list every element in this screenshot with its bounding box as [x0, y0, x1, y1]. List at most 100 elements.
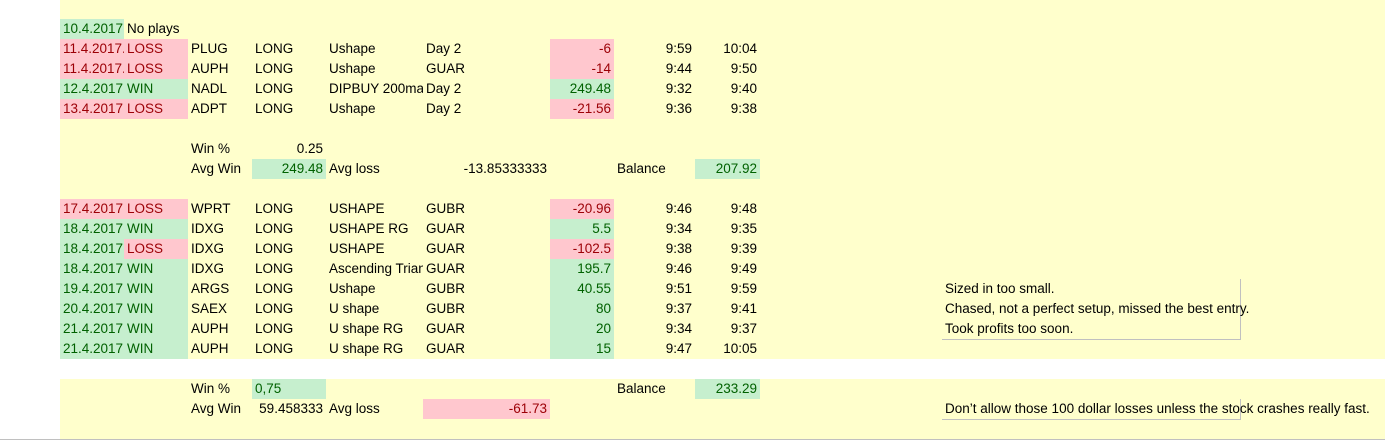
- cell-r10-cC[interactable]: [124, 179, 189, 200]
- cell-r14-cB[interactable]: 18.4.2017.: [60, 259, 125, 280]
- cell-r3-cL[interactable]: [826, 39, 943, 60]
- cell-r12-cN[interactable]: [1240, 219, 1321, 240]
- cell-r5-cH[interactable]: 249.48: [550, 79, 615, 100]
- cell-r3-cF[interactable]: Ushape: [326, 39, 424, 60]
- cell-r2-cF[interactable]: [326, 19, 424, 40]
- cell-r15-cB[interactable]: 19.4.2017.: [60, 279, 125, 300]
- cell-r8-cL[interactable]: [826, 139, 943, 160]
- cell-r16-cJ[interactable]: 9:41: [695, 299, 761, 320]
- cell-r13-cA[interactable]: [0, 239, 61, 260]
- cell-r3-cK[interactable]: [760, 39, 827, 60]
- cell-r6-cJ[interactable]: 9:38: [695, 99, 761, 120]
- cell-r1-cI[interactable]: [614, 0, 696, 20]
- cell-r6-cK[interactable]: [760, 99, 827, 120]
- cell-r11-cM[interactable]: [942, 199, 1241, 220]
- cell-r14-cD[interactable]: IDXG: [188, 259, 253, 280]
- cell-r6-cF[interactable]: Ushape: [326, 99, 424, 120]
- cell-r5-cD[interactable]: NADL: [188, 79, 253, 100]
- cell-r14-cK[interactable]: [760, 259, 827, 280]
- cell-r8-cH[interactable]: [550, 139, 615, 160]
- cell-r4-cH[interactable]: -14: [550, 59, 615, 80]
- cell-r1-cM[interactable]: [942, 0, 1241, 20]
- cell-r17-cD[interactable]: AUPH: [188, 319, 253, 340]
- cell-r6-cE[interactable]: LONG: [252, 99, 327, 120]
- cell-r5-cB[interactable]: 12.4.2017.: [60, 79, 125, 100]
- cell-r19-cN[interactable]: [1240, 359, 1321, 380]
- cell-r21-cK[interactable]: [760, 399, 827, 420]
- cell-r17-cC[interactable]: WIN: [124, 319, 189, 340]
- cell-r13-cH[interactable]: -102.5: [550, 239, 615, 260]
- cell-r5-cL[interactable]: [826, 79, 943, 100]
- cell-r16-cK[interactable]: [760, 299, 827, 320]
- cell-r19-cG[interactable]: [423, 359, 551, 380]
- cell-r15-cL[interactable]: [826, 279, 943, 300]
- cell-r10-cN[interactable]: [1240, 179, 1321, 200]
- cell-r9-cI[interactable]: Balance: [614, 159, 696, 180]
- cell-r11-cK[interactable]: [760, 199, 827, 220]
- cell-r20-cE[interactable]: 0,75: [252, 379, 327, 400]
- cell-r7-cB[interactable]: [60, 119, 125, 140]
- cell-r13-cJ[interactable]: 9:39: [695, 239, 761, 260]
- cell-r13-cO[interactable]: [1320, 239, 1385, 260]
- cell-r12-cC[interactable]: WIN: [124, 219, 189, 240]
- cell-r17-cI[interactable]: 9:34: [614, 319, 696, 340]
- cell-r1-cG[interactable]: [423, 0, 551, 20]
- cell-r10-cK[interactable]: [760, 179, 827, 200]
- cell-r8-cK[interactable]: [760, 139, 827, 160]
- cell-r21-cB[interactable]: [60, 399, 125, 420]
- cell-r18-cA[interactable]: [0, 339, 61, 360]
- cell-r7-cN[interactable]: [1240, 119, 1321, 140]
- cell-r16-cG[interactable]: GUBR: [423, 299, 551, 320]
- cell-r8-cI[interactable]: [614, 139, 696, 160]
- cell-r3-cM[interactable]: [942, 39, 1241, 60]
- cell-r21-cA[interactable]: [0, 399, 61, 420]
- cell-r15-cG[interactable]: GUBR: [423, 279, 551, 300]
- cell-r16-cL[interactable]: [826, 299, 943, 320]
- cell-r2-cI[interactable]: [614, 19, 696, 40]
- cell-r12-cG[interactable]: GUAR: [423, 219, 551, 240]
- cell-r13-cL[interactable]: [826, 239, 943, 260]
- cell-r4-cJ[interactable]: 9:50: [695, 59, 761, 80]
- cell-r22-cC[interactable]: [124, 419, 189, 440]
- cell-r8-cF[interactable]: [326, 139, 424, 160]
- cell-r15-cE[interactable]: LONG: [252, 279, 327, 300]
- cell-r3-cG[interactable]: Day 2: [423, 39, 551, 60]
- cell-r12-cI[interactable]: 9:34: [614, 219, 696, 240]
- cell-r22-cN[interactable]: [1240, 419, 1321, 440]
- cell-r9-cO[interactable]: [1320, 159, 1385, 180]
- cell-r8-cN[interactable]: [1240, 139, 1321, 160]
- cell-r17-cL[interactable]: [826, 319, 943, 340]
- cell-r20-cF[interactable]: [326, 379, 424, 400]
- cell-r6-cI[interactable]: 9:36: [614, 99, 696, 120]
- cell-r6-cO[interactable]: [1320, 99, 1385, 120]
- cell-r7-cG[interactable]: [423, 119, 551, 140]
- cell-r7-cD[interactable]: [188, 119, 253, 140]
- cell-r10-cI[interactable]: [614, 179, 696, 200]
- cell-r17-cK[interactable]: [760, 319, 827, 340]
- cell-r17-cH[interactable]: 20: [550, 319, 615, 340]
- cell-r22-cL[interactable]: [826, 419, 943, 440]
- cell-r20-cG[interactable]: [423, 379, 551, 400]
- cell-r11-cH[interactable]: -20.96: [550, 199, 615, 220]
- cell-r15-cC[interactable]: WIN: [124, 279, 189, 300]
- cell-r7-cH[interactable]: [550, 119, 615, 140]
- cell-r14-cH[interactable]: 195.7: [550, 259, 615, 280]
- cell-r2-cO[interactable]: [1320, 19, 1385, 40]
- cell-r22-cO[interactable]: [1320, 419, 1385, 440]
- spreadsheet-grid[interactable]: 10.4.2017. No plays 11.4.2017. LOSS PLUG LONG…: [0, 0, 1385, 440]
- cell-r7-cC[interactable]: [124, 119, 189, 140]
- cell-r5-cJ[interactable]: 9:40: [695, 79, 761, 100]
- cell-r13-cK[interactable]: [760, 239, 827, 260]
- cell-r17-cA[interactable]: [0, 319, 61, 340]
- cell-r16-cA[interactable]: [0, 299, 61, 320]
- cell-r17-cB[interactable]: 21.4.2017.: [60, 319, 125, 340]
- cell-r6-cA[interactable]: [0, 99, 61, 120]
- cell-r18-cC[interactable]: WIN: [124, 339, 189, 360]
- cell-r2-cJ[interactable]: [695, 19, 761, 40]
- cell-r4-cG[interactable]: GUAR: [423, 59, 551, 80]
- cell-r11-cJ[interactable]: 9:48: [695, 199, 761, 220]
- cell-r7-cO[interactable]: [1320, 119, 1385, 140]
- cell-r18-cH[interactable]: 15: [550, 339, 615, 360]
- cell-r17-cN[interactable]: [1240, 319, 1321, 340]
- cell-r15-cH[interactable]: 40.55: [550, 279, 615, 300]
